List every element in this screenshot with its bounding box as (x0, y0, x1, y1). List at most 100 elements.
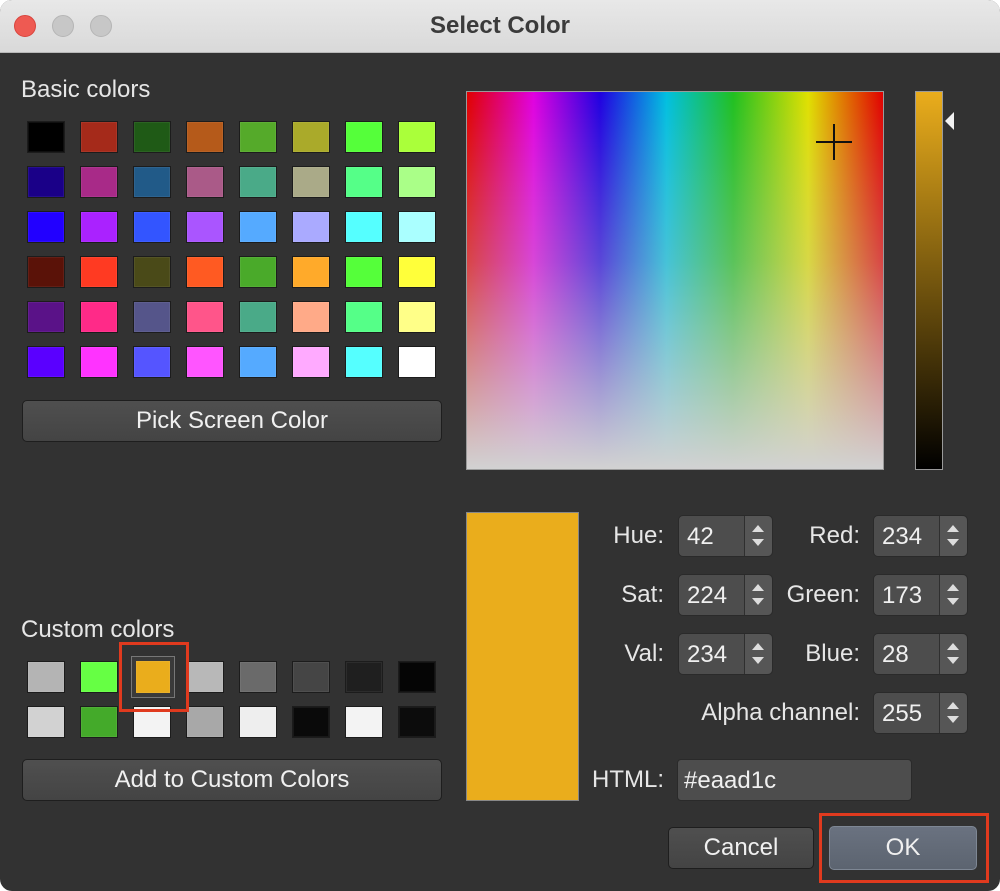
basic-color-swatch[interactable] (292, 166, 330, 198)
basic-color-swatch[interactable] (345, 121, 383, 153)
custom-color-swatch[interactable] (80, 706, 118, 738)
basic-color-swatch[interactable] (80, 256, 118, 288)
blue-up-icon[interactable] (947, 643, 959, 650)
custom-color-swatch[interactable] (27, 706, 65, 738)
val-stepper[interactable] (744, 634, 772, 674)
basic-color-swatch[interactable] (80, 121, 118, 153)
basic-color-swatch[interactable] (398, 346, 436, 378)
sat-spinbox[interactable]: 224 (678, 574, 773, 616)
basic-color-swatch[interactable] (239, 166, 277, 198)
basic-color-swatch[interactable] (345, 166, 383, 198)
alpha-value[interactable]: 255 (882, 700, 922, 728)
custom-color-swatch[interactable] (345, 706, 383, 738)
sat-stepper[interactable] (744, 575, 772, 615)
basic-color-swatch[interactable] (292, 346, 330, 378)
sat-value[interactable]: 224 (687, 582, 727, 610)
custom-color-swatch[interactable] (292, 661, 330, 693)
red-down-icon[interactable] (947, 539, 959, 546)
value-slider-handle-icon[interactable] (945, 112, 954, 130)
basic-color-swatch[interactable] (80, 301, 118, 333)
basic-color-swatch[interactable] (398, 256, 436, 288)
basic-color-swatch[interactable] (27, 211, 65, 243)
val-value[interactable]: 234 (687, 641, 727, 669)
basic-color-swatch[interactable] (186, 346, 224, 378)
green-spinbox[interactable]: 173 (873, 574, 968, 616)
basic-color-swatch[interactable] (27, 346, 65, 378)
val-up-icon[interactable] (752, 643, 764, 650)
basic-color-swatch[interactable] (239, 211, 277, 243)
custom-color-swatch[interactable] (186, 706, 224, 738)
basic-color-swatch[interactable] (239, 121, 277, 153)
basic-color-swatch[interactable] (186, 301, 224, 333)
basic-color-swatch[interactable] (133, 301, 171, 333)
value-slider[interactable] (915, 91, 943, 470)
basic-color-swatch[interactable] (133, 211, 171, 243)
green-value[interactable]: 173 (882, 582, 922, 610)
basic-color-swatch[interactable] (27, 256, 65, 288)
basic-color-swatch[interactable] (398, 166, 436, 198)
basic-color-swatch[interactable] (345, 211, 383, 243)
alpha-spinbox[interactable]: 255 (873, 692, 968, 734)
basic-color-swatch[interactable] (239, 301, 277, 333)
val-spinbox[interactable]: 234 (678, 633, 773, 675)
basic-color-swatch[interactable] (345, 256, 383, 288)
custom-color-swatch[interactable] (27, 661, 65, 693)
basic-color-swatch[interactable] (345, 346, 383, 378)
custom-color-swatch[interactable] (186, 661, 224, 693)
red-stepper[interactable] (939, 516, 967, 556)
basic-color-swatch[interactable] (186, 166, 224, 198)
blue-value[interactable]: 28 (882, 641, 909, 669)
sat-up-icon[interactable] (752, 584, 764, 591)
html-color-input[interactable]: #eaad1c (677, 759, 912, 801)
sat-down-icon[interactable] (752, 598, 764, 605)
basic-color-swatch[interactable] (398, 301, 436, 333)
hue-up-icon[interactable] (752, 525, 764, 532)
basic-color-swatch[interactable] (292, 121, 330, 153)
basic-color-swatch[interactable] (292, 301, 330, 333)
basic-color-swatch[interactable] (398, 121, 436, 153)
custom-color-swatch[interactable] (398, 661, 436, 693)
custom-color-swatch[interactable] (80, 661, 118, 693)
basic-color-swatch[interactable] (186, 121, 224, 153)
basic-color-swatch[interactable] (345, 301, 383, 333)
hue-saturation-picker[interactable] (466, 91, 884, 470)
blue-stepper[interactable] (939, 634, 967, 674)
basic-color-swatch[interactable] (239, 256, 277, 288)
val-down-icon[interactable] (752, 657, 764, 664)
custom-color-swatch[interactable] (292, 706, 330, 738)
blue-spinbox[interactable]: 28 (873, 633, 968, 675)
basic-color-swatch[interactable] (239, 346, 277, 378)
add-to-custom-colors-button[interactable]: Add to Custom Colors (22, 759, 442, 801)
alpha-stepper[interactable] (939, 693, 967, 733)
basic-color-swatch[interactable] (186, 256, 224, 288)
hue-stepper[interactable] (744, 516, 772, 556)
basic-color-swatch[interactable] (27, 301, 65, 333)
basic-color-swatch[interactable] (292, 256, 330, 288)
custom-color-swatch[interactable] (239, 661, 277, 693)
basic-color-swatch[interactable] (133, 166, 171, 198)
custom-color-swatch[interactable] (398, 706, 436, 738)
green-stepper[interactable] (939, 575, 967, 615)
hue-value[interactable]: 42 (687, 523, 714, 551)
basic-color-swatch[interactable] (398, 211, 436, 243)
basic-color-swatch[interactable] (80, 166, 118, 198)
basic-color-swatch[interactable] (292, 211, 330, 243)
alpha-down-icon[interactable] (947, 716, 959, 723)
hue-down-icon[interactable] (752, 539, 764, 546)
basic-color-swatch[interactable] (133, 256, 171, 288)
cancel-button[interactable]: Cancel (668, 827, 814, 869)
pick-screen-color-button[interactable]: Pick Screen Color (22, 400, 442, 442)
blue-down-icon[interactable] (947, 657, 959, 664)
basic-color-swatch[interactable] (80, 346, 118, 378)
red-spinbox[interactable]: 234 (873, 515, 968, 557)
basic-color-swatch[interactable] (27, 166, 65, 198)
custom-color-swatch[interactable] (345, 661, 383, 693)
basic-color-swatch[interactable] (133, 346, 171, 378)
hue-spinbox[interactable]: 42 (678, 515, 773, 557)
red-up-icon[interactable] (947, 525, 959, 532)
basic-color-swatch[interactable] (133, 121, 171, 153)
alpha-up-icon[interactable] (947, 702, 959, 709)
custom-color-swatch[interactable] (239, 706, 277, 738)
red-value[interactable]: 234 (882, 523, 922, 551)
green-up-icon[interactable] (947, 584, 959, 591)
